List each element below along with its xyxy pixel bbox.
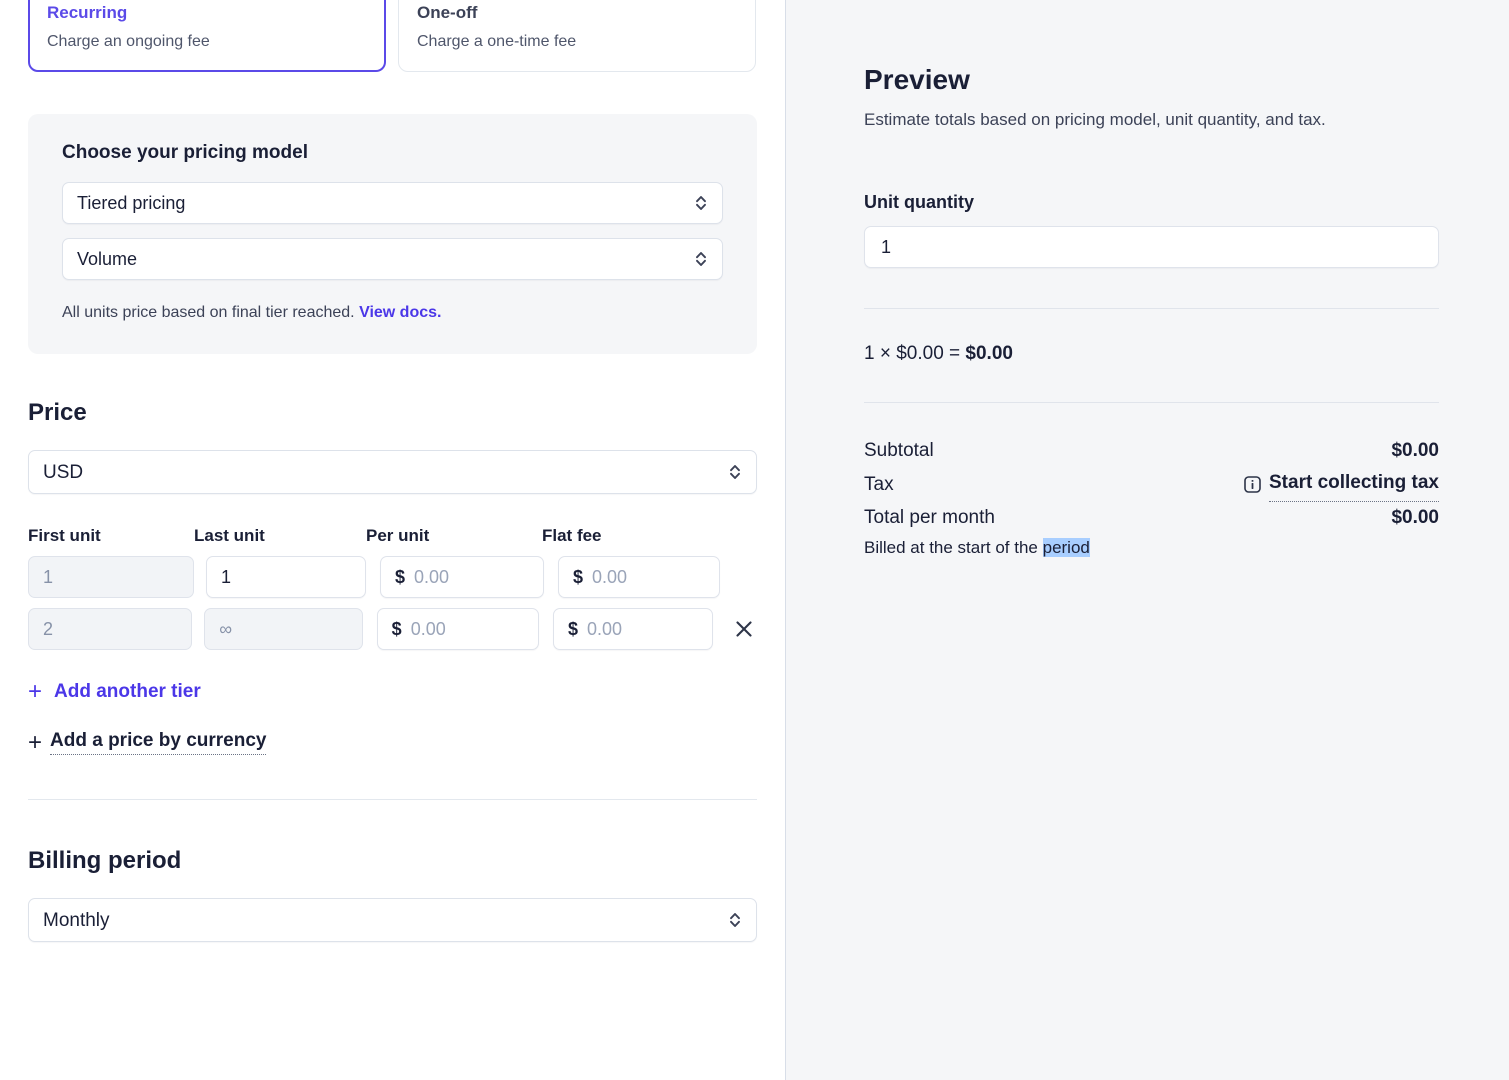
tier-1-per-unit-placeholder: 0.00	[414, 567, 449, 588]
tier-1-flat-fee-input[interactable]: $ 0.00	[558, 556, 720, 598]
subtotal-label: Subtotal	[864, 435, 934, 467]
view-docs-link[interactable]: View docs.	[359, 304, 441, 321]
charge-type-one-off-title: One-off	[417, 1, 737, 25]
total-per-month-row: Total per month $0.00	[864, 502, 1439, 534]
tier-1-per-unit-input[interactable]: $ 0.00	[380, 556, 544, 598]
preview-divider-bottom	[864, 402, 1439, 403]
remove-tier-button[interactable]	[731, 616, 757, 642]
pricing-model-select[interactable]: Tiered pricing	[62, 182, 723, 224]
tier-1-flat-fee-placeholder: 0.00	[592, 567, 627, 588]
preview-subtitle: Estimate totals based on pricing model, …	[864, 108, 1439, 132]
plus-icon: +	[28, 731, 42, 755]
currency-select[interactable]: USD	[28, 450, 757, 494]
chevron-updown-icon	[728, 462, 742, 482]
tier-2-first-unit-input: 2	[28, 608, 192, 650]
tier-2-first-unit-value: 2	[43, 619, 53, 640]
billed-note-text: Billed at the start of the	[864, 538, 1043, 557]
tier-1-last-unit-input[interactable]: 1	[206, 556, 366, 598]
tier-2-per-unit-placeholder: 0.00	[411, 619, 446, 640]
tier-row: 1 1 $ 0.00 $ 0.00	[28, 556, 757, 598]
column-header-last-unit: Last unit	[194, 526, 366, 546]
tier-mode-select-value: Volume	[77, 250, 694, 268]
unit-quantity-input[interactable]: 1	[864, 226, 1439, 268]
pricing-editor-screen: Recurring Charge an ongoing fee One-off …	[0, 0, 1509, 1080]
dollar-sign-icon: $	[568, 619, 578, 640]
chevron-updown-icon	[694, 193, 708, 213]
tier-2-flat-fee-input[interactable]: $ 0.00	[553, 608, 713, 650]
unit-quantity-value: 1	[881, 237, 891, 258]
charge-type-recurring-subtitle: Charge an ongoing fee	[47, 31, 367, 53]
calculation-expression: 1 × $0.00 =	[864, 343, 965, 364]
add-price-by-currency-button[interactable]: + Add a price by currency	[28, 730, 757, 755]
billed-note-selected-text: period	[1043, 538, 1090, 557]
billed-note: Billed at the start of the period	[864, 536, 1439, 560]
start-collecting-tax-button[interactable]: Start collecting tax	[1244, 467, 1439, 502]
dollar-sign-icon: $	[392, 619, 402, 640]
calculation-result: $0.00	[965, 343, 1013, 364]
column-header-first-unit: First unit	[28, 526, 194, 546]
price-form-panel: Recurring Charge an ongoing fee One-off …	[0, 0, 786, 1080]
dollar-sign-icon: $	[573, 567, 583, 588]
billing-period-section: Billing period Monthly	[0, 846, 785, 942]
charge-type-recurring-card[interactable]: Recurring Charge an ongoing fee	[28, 0, 386, 72]
total-per-month-label: Total per month	[864, 502, 995, 534]
add-another-tier-label: Add another tier	[54, 681, 201, 703]
add-another-tier-button[interactable]: + Add another tier	[28, 680, 757, 704]
unit-quantity-label: Unit quantity	[864, 190, 1439, 214]
charge-type-one-off-card[interactable]: One-off Charge a one-time fee	[398, 0, 756, 72]
column-header-flat-fee: Flat fee	[542, 526, 708, 546]
pricing-model-select-value: Tiered pricing	[77, 194, 694, 212]
preview-panel: Preview Estimate totals based on pricing…	[786, 0, 1509, 1080]
tax-label: Tax	[864, 469, 894, 501]
tier-1-first-unit-value: 1	[43, 567, 53, 588]
price-heading: Price	[28, 398, 757, 428]
subtotal-row: Subtotal $0.00	[864, 435, 1439, 467]
pricing-model-heading: Choose your pricing model	[62, 140, 723, 166]
charge-type-selector: Recurring Charge an ongoing fee One-off …	[0, 0, 785, 72]
info-icon	[1244, 476, 1261, 493]
pricing-model-helper-text: All units price based on final tier reac…	[62, 304, 355, 321]
preview-title: Preview	[864, 62, 1439, 98]
subtotal-value: $0.00	[1391, 435, 1439, 467]
tier-1-first-unit-input: 1	[28, 556, 194, 598]
tier-2-flat-fee-placeholder: 0.00	[587, 619, 622, 640]
tier-2-last-unit-value: ∞	[219, 619, 232, 640]
plus-icon: +	[28, 680, 42, 704]
billing-period-select-value: Monthly	[43, 911, 728, 930]
total-per-month-value: $0.00	[1391, 502, 1439, 534]
chevron-updown-icon	[728, 910, 742, 930]
chevron-updown-icon	[694, 249, 708, 269]
pricing-model-card: Choose your pricing model Tiered pricing…	[28, 114, 757, 354]
totals-list: Subtotal $0.00 Tax Start collecting tax …	[864, 435, 1439, 560]
tax-row: Tax Start collecting tax	[864, 467, 1439, 502]
tier-table-header: First unit Last unit Per unit Flat fee	[28, 526, 757, 546]
start-collecting-tax-label: Start collecting tax	[1269, 467, 1439, 502]
tier-row: 2 ∞ $ 0.00 $ 0.00	[28, 608, 757, 650]
charge-type-one-off-subtitle: Charge a one-time fee	[417, 31, 737, 53]
tier-2-per-unit-input[interactable]: $ 0.00	[377, 608, 539, 650]
price-section: Price USD First unit Last unit Per unit …	[0, 398, 785, 755]
add-price-by-currency-label: Add a price by currency	[50, 730, 266, 755]
charge-type-recurring-title: Recurring	[47, 1, 367, 25]
currency-select-value: USD	[43, 463, 728, 482]
column-header-per-unit: Per unit	[366, 526, 542, 546]
section-divider	[28, 799, 757, 800]
tier-2-last-unit-input: ∞	[204, 608, 362, 650]
calculation-line: 1 × $0.00 = $0.00	[864, 341, 1439, 367]
preview-divider-top	[864, 308, 1439, 309]
tier-mode-select[interactable]: Volume	[62, 238, 723, 280]
billing-period-heading: Billing period	[28, 846, 757, 876]
tier-1-last-unit-value: 1	[221, 567, 231, 588]
dollar-sign-icon: $	[395, 567, 405, 588]
pricing-model-helper: All units price based on final tier reac…	[62, 302, 723, 324]
close-icon	[733, 618, 755, 640]
billing-period-select[interactable]: Monthly	[28, 898, 757, 942]
